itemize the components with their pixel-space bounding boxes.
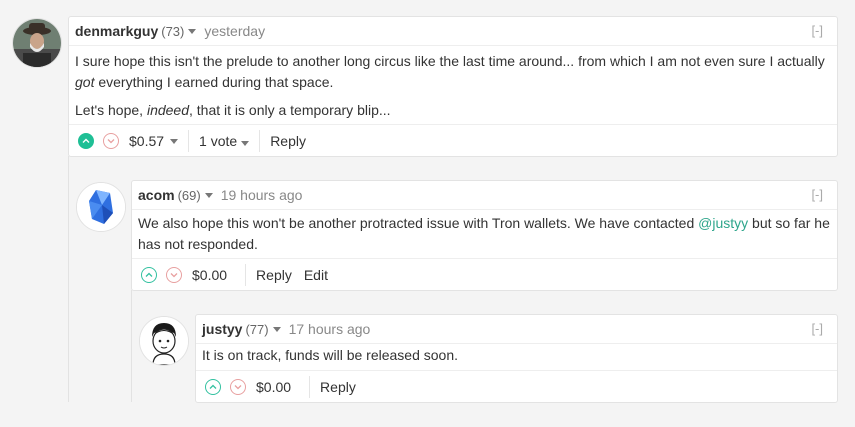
mention-link[interactable]: @justyy <box>698 215 748 231</box>
chevron-down-icon[interactable] <box>204 193 213 198</box>
comment-timestamp[interactable]: 19 hours ago <box>221 187 303 203</box>
divider <box>259 129 261 152</box>
collapse-toggle[interactable]: [-] <box>811 321 823 336</box>
payout-value[interactable]: $0.00 <box>192 267 227 283</box>
emphasis-text: indeed <box>146 102 189 118</box>
author-name[interactable]: acom <box>138 187 175 203</box>
avatar-acom[interactable] <box>76 182 126 232</box>
chevron-down-icon[interactable] <box>188 29 197 34</box>
vote-count: 1 vote <box>199 132 238 149</box>
downvote-icon <box>234 384 242 389</box>
author-name[interactable]: justyy <box>202 321 242 337</box>
thread-line <box>131 290 132 402</box>
thread-line <box>68 156 69 402</box>
comment-paragraph: We also hope this won't be another protr… <box>138 213 831 255</box>
payout-value[interactable]: $0.57 <box>129 132 179 149</box>
author-reputation: (77) <box>245 321 269 337</box>
comment-header: denmarkguy (73) yesterday [-] <box>69 17 837 46</box>
comment-paragraph: I sure hope this isn't the prelude to an… <box>75 51 831 93</box>
comment-body: We also hope this won't be another protr… <box>132 210 837 261</box>
avatar-image <box>140 317 188 365</box>
payout-amount: $0.57 <box>129 132 165 149</box>
comment-body: It is on track, funds will be released s… <box>196 344 837 368</box>
text: Let's hope, <box>75 102 147 118</box>
divider <box>309 375 311 398</box>
comment-header: justyy (77) 17 hours ago [-] <box>196 315 837 344</box>
text: We also hope this won't be another protr… <box>138 215 699 231</box>
emphasis-text: got <box>75 74 95 90</box>
avatar-image <box>13 19 61 67</box>
comment-card: acom (69) 19 hours ago [-] We also hope … <box>131 180 838 291</box>
comment-timestamp[interactable]: 17 hours ago <box>289 321 371 337</box>
text: everything I earned during that space. <box>94 74 334 90</box>
divider <box>188 129 190 152</box>
avatar-justyy[interactable] <box>139 316 189 366</box>
downvote-icon <box>170 272 178 277</box>
collapse-toggle[interactable]: [-] <box>811 23 823 38</box>
reply-button[interactable]: Reply <box>256 267 292 283</box>
upvote-icon <box>209 384 217 389</box>
upvote-button[interactable] <box>205 378 221 395</box>
downvote-button[interactable] <box>166 266 182 283</box>
comment-card: justyy (77) 17 hours ago [-] It is on tr… <box>195 314 838 403</box>
text: , that it is only a temporary blip... <box>189 102 391 118</box>
avatar-image <box>77 183 125 231</box>
upvote-button[interactable] <box>78 132 94 149</box>
upvote-button[interactable] <box>141 266 157 283</box>
text: I sure hope this isn't the prelude to an… <box>75 53 825 69</box>
author-name[interactable]: denmarkguy <box>75 23 158 39</box>
comment-footer: $0.57 1 vote Reply <box>69 124 837 156</box>
payout-value[interactable]: $0.00 <box>256 379 291 395</box>
upvote-icon <box>82 138 90 143</box>
downvote-icon <box>107 138 115 143</box>
reply-button[interactable]: Reply <box>270 133 306 149</box>
divider <box>245 263 247 286</box>
voters-dropdown[interactable]: 1 vote <box>199 132 250 149</box>
comment-footer: $0.00 Reply <box>196 370 837 402</box>
chevron-down-icon[interactable] <box>170 138 179 144</box>
comment-timestamp[interactable]: yesterday <box>204 23 265 39</box>
edit-button[interactable]: Edit <box>304 267 328 283</box>
comment-card: denmarkguy (73) yesterday [-] I sure hop… <box>68 16 838 157</box>
comment-footer: $0.00 Reply Edit <box>132 258 837 290</box>
reply-button[interactable]: Reply <box>320 379 356 395</box>
comment-paragraph: It is on track, funds will be released s… <box>202 347 459 363</box>
collapse-toggle[interactable]: [-] <box>811 187 823 202</box>
comment-paragraph: Let's hope, indeed, that it is only a te… <box>75 100 831 121</box>
downvote-button[interactable] <box>230 378 246 395</box>
comment-header: acom (69) 19 hours ago [-] <box>132 181 837 210</box>
author-reputation: (69) <box>177 187 201 203</box>
author-reputation: (73) <box>161 23 185 39</box>
avatar-denmarkguy[interactable] <box>12 18 62 68</box>
chevron-down-icon[interactable] <box>272 327 281 332</box>
comment-body: I sure hope this isn't the prelude to an… <box>69 46 837 127</box>
downvote-button[interactable] <box>103 132 119 149</box>
chevron-down-icon[interactable] <box>241 140 250 146</box>
upvote-icon <box>145 272 153 277</box>
